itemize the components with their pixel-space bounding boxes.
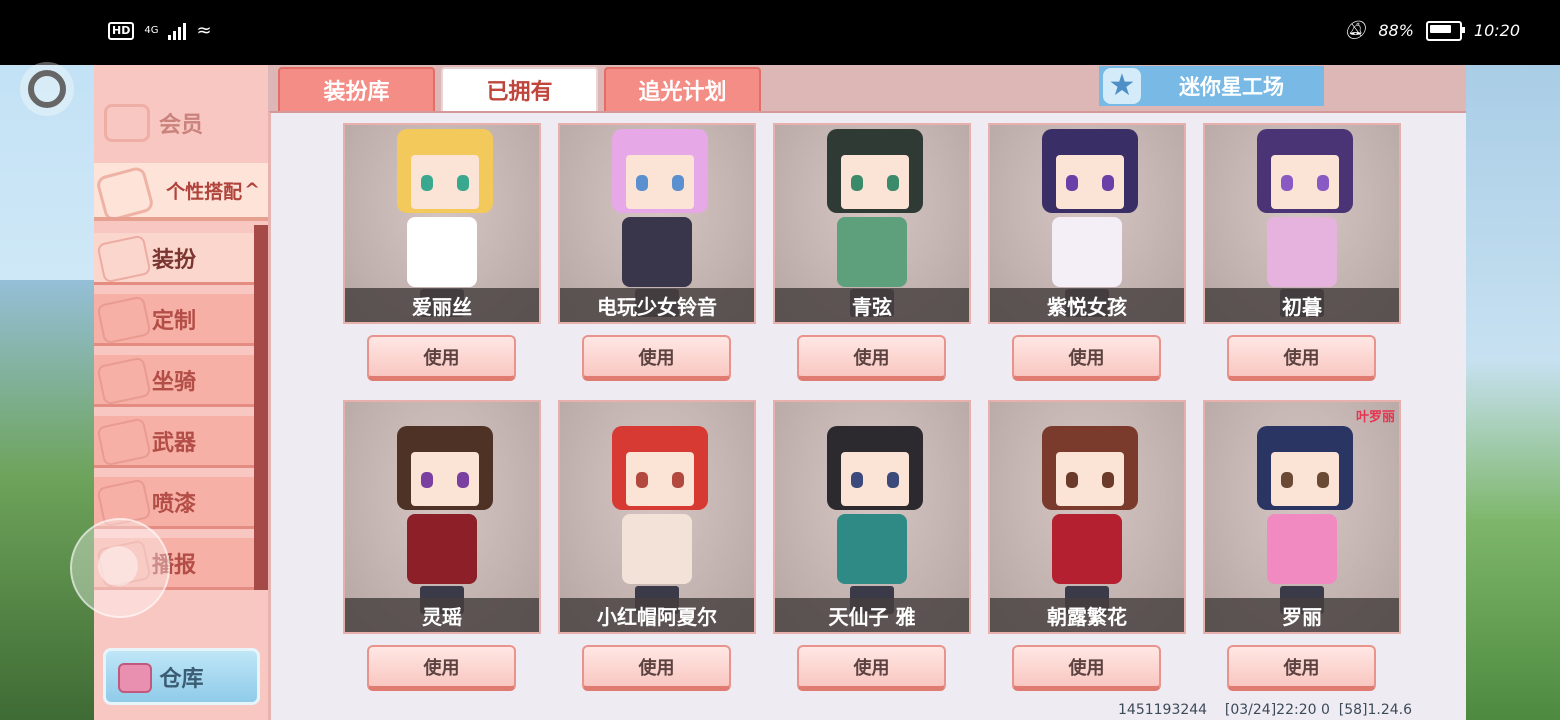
sidebar-item-mount[interactable]: 坐骑 — [94, 355, 254, 407]
tab-owned[interactable]: 已拥有 — [441, 67, 598, 111]
skin-card[interactable]: 灵瑶 — [343, 400, 541, 634]
background-scenery-left — [0, 280, 100, 720]
warehouse-button[interactable]: 仓库 — [103, 648, 260, 705]
skin-name: 朝露繁花 — [990, 598, 1184, 632]
skin-name: 爱丽丝 — [345, 288, 539, 322]
use-button[interactable]: 使用 — [582, 645, 731, 691]
pencil-icon — [96, 295, 152, 345]
mute-icon: 🔕︎ — [1343, 20, 1367, 41]
chevron-up-icon: ^ — [244, 179, 260, 201]
workshop-label: 迷你星工场 — [1179, 75, 1284, 99]
sidebar-item-label: 定制 — [151, 308, 196, 334]
skin-name: 罗丽 — [1205, 598, 1399, 632]
skin-card[interactable]: 爱丽丝 — [343, 123, 541, 324]
hd-indicator: HD — [108, 21, 135, 40]
tab-dressup-library[interactable]: 装扮库 — [278, 67, 435, 111]
network-type: 4G — [144, 25, 159, 36]
status-bar: HD 4G ≈ 🔕︎ 88% 10:20 — [0, 0, 1560, 65]
use-button[interactable]: 使用 — [1227, 335, 1376, 381]
skin-card[interactable]: 初暮 — [1203, 123, 1401, 324]
sidebar-item-vip[interactable]: 会员 — [94, 100, 268, 146]
mini-star-workshop-button[interactable]: ★ 迷你星工场 — [1099, 66, 1324, 106]
sidebar-item-label: 坐骑 — [151, 369, 196, 395]
skin-name: 电玩少女铃音 — [560, 288, 754, 322]
skin-card[interactable]: 小红帽阿夏尔 — [558, 400, 756, 634]
skin-name: 天仙子 雅 — [775, 598, 969, 632]
build-info: 1451193244 [03/24]22:20 0 [58]1.24.6 — [1118, 702, 1412, 718]
gun-icon — [96, 417, 152, 467]
character-preview — [1257, 426, 1353, 614]
sidebar-group-label: 个性搭配 — [166, 180, 243, 203]
sidebar-divider — [254, 225, 268, 590]
personalize-icon — [94, 165, 156, 223]
brand-badge: 叶罗丽 — [1355, 410, 1395, 425]
battery-percent: 88% — [1378, 21, 1414, 40]
background-scenery-right — [1466, 65, 1560, 720]
skin-card[interactable]: 朝露繁花 — [988, 400, 1186, 634]
character-preview — [612, 426, 708, 614]
skin-card[interactable]: 电玩少女铃音 — [558, 123, 756, 324]
status-right: 🔕︎ 88% 10:20 — [1343, 20, 1520, 41]
use-button[interactable]: 使用 — [1227, 645, 1376, 691]
use-button[interactable]: 使用 — [367, 645, 516, 691]
sidebar-group-personalize[interactable]: 个性搭配 ^ — [94, 163, 268, 223]
star-icon: ★ — [1103, 68, 1141, 104]
chest-icon — [118, 663, 152, 693]
character-preview — [827, 426, 923, 614]
signal-icon — [168, 22, 187, 40]
character-preview — [397, 426, 493, 614]
use-button[interactable]: 使用 — [1012, 645, 1161, 691]
skin-name: 小红帽阿夏尔 — [560, 598, 754, 632]
use-button[interactable]: 使用 — [367, 335, 516, 381]
use-button[interactable]: 使用 — [797, 335, 946, 381]
skin-card[interactable]: 青弦 — [773, 123, 971, 324]
skin-name: 初暮 — [1205, 288, 1399, 322]
shirt-icon — [96, 234, 152, 284]
warehouse-label: 仓库 — [159, 666, 204, 692]
character-preview — [1042, 426, 1138, 614]
skin-card[interactable]: 天仙子 雅 — [773, 400, 971, 634]
sidebar-item-weapon[interactable]: 武器 — [94, 416, 254, 468]
floating-assist-ball[interactable] — [70, 518, 170, 618]
sidebar-item-dressup[interactable]: 装扮 — [94, 233, 254, 285]
use-button[interactable]: 使用 — [1012, 335, 1161, 381]
battery-icon — [1425, 20, 1465, 41]
sidebar-item-label: 喷漆 — [151, 491, 196, 517]
version-info: [03/24]22:20 0 [58]1.24.6 — [1224, 702, 1413, 718]
sidebar-item-label: 装扮 — [151, 247, 196, 273]
sidebar-item-label: 武器 — [151, 430, 196, 456]
skin-name: 紫悦女孩 — [990, 288, 1184, 322]
use-button[interactable]: 使用 — [797, 645, 946, 691]
sidebar-item-custom[interactable]: 定制 — [94, 294, 254, 346]
tab-chase-light[interactable]: 追光计划 — [604, 67, 761, 111]
sidebar-vip-label: 会员 — [158, 113, 203, 138]
skin-card[interactable]: 紫悦女孩 — [988, 123, 1186, 324]
use-button[interactable]: 使用 — [582, 335, 731, 381]
skin-name: 青弦 — [775, 288, 969, 322]
skin-card[interactable]: 叶罗丽罗丽 — [1203, 400, 1401, 634]
vip-icon — [104, 104, 150, 142]
screen-record-button[interactable] — [20, 62, 74, 116]
wifi-icon: ≈ — [196, 20, 212, 41]
clock: 10:20 — [1473, 21, 1520, 40]
user-id: 1451193244 — [1118, 702, 1208, 718]
status-left: HD 4G ≈ — [108, 20, 212, 41]
skin-name: 灵瑶 — [345, 598, 539, 632]
mount-icon — [96, 356, 152, 406]
